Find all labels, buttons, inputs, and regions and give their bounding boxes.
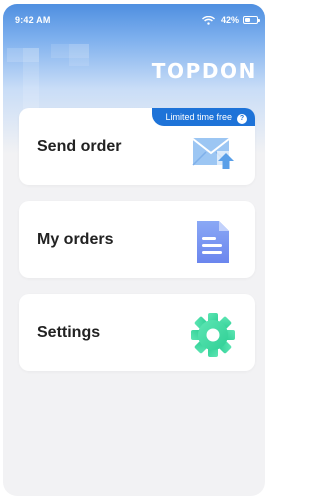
gear-icon bbox=[191, 313, 235, 357]
status-time: 9:42 AM bbox=[15, 15, 51, 25]
app-screen: 9:42 AM 42% TOPDON Limited time free? Se… bbox=[3, 4, 265, 496]
settings-card[interactable]: Settings bbox=[19, 294, 255, 371]
battery-level bbox=[245, 18, 250, 22]
document-icon bbox=[197, 221, 229, 263]
settings-label: Settings bbox=[37, 324, 101, 341]
wifi-icon bbox=[202, 16, 215, 25]
status-bar: 9:42 AM 42% bbox=[3, 4, 265, 30]
my-orders-card[interactable]: My orders bbox=[19, 201, 255, 278]
my-orders-label: My orders bbox=[37, 231, 114, 248]
mail-upload-icon bbox=[192, 138, 235, 169]
battery-icon bbox=[243, 16, 260, 24]
battery-percent: 42% bbox=[221, 15, 240, 25]
send-order-label: Send order bbox=[37, 138, 122, 155]
help-icon[interactable]: ? bbox=[237, 114, 247, 124]
send-order-card[interactable]: Limited time free? Send order bbox=[19, 108, 255, 185]
topdon-logo: TOPDON bbox=[151, 59, 257, 83]
limited-time-free-badge: Limited time free? bbox=[152, 108, 255, 126]
badge-label: Limited time free bbox=[165, 112, 232, 122]
